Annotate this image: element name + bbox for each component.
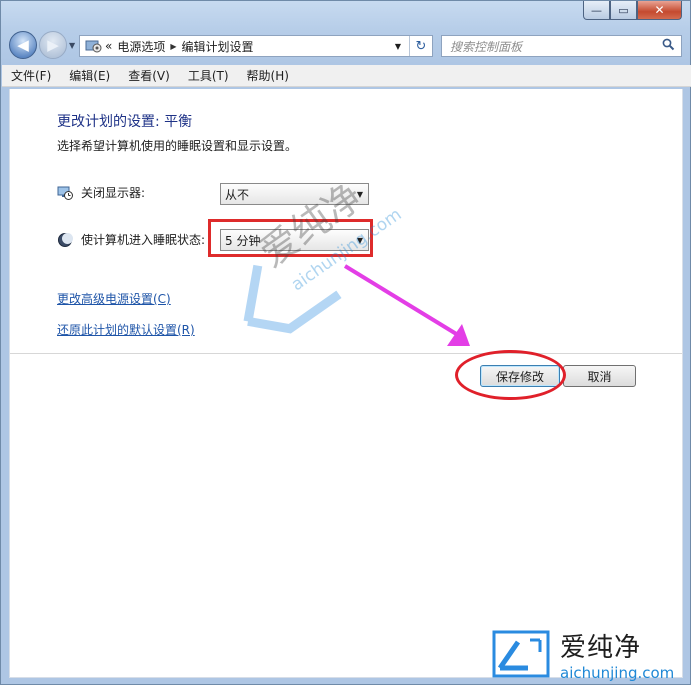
annotation-arrow — [343, 264, 470, 346]
brand-text-en: aichunjing.com — [560, 663, 675, 682]
watermark-logo-icon — [492, 630, 550, 678]
brand-text-cn: 爱纯净 — [560, 632, 642, 663]
watermark-brand: 爱纯净 aichunjing.com — [490, 625, 690, 683]
